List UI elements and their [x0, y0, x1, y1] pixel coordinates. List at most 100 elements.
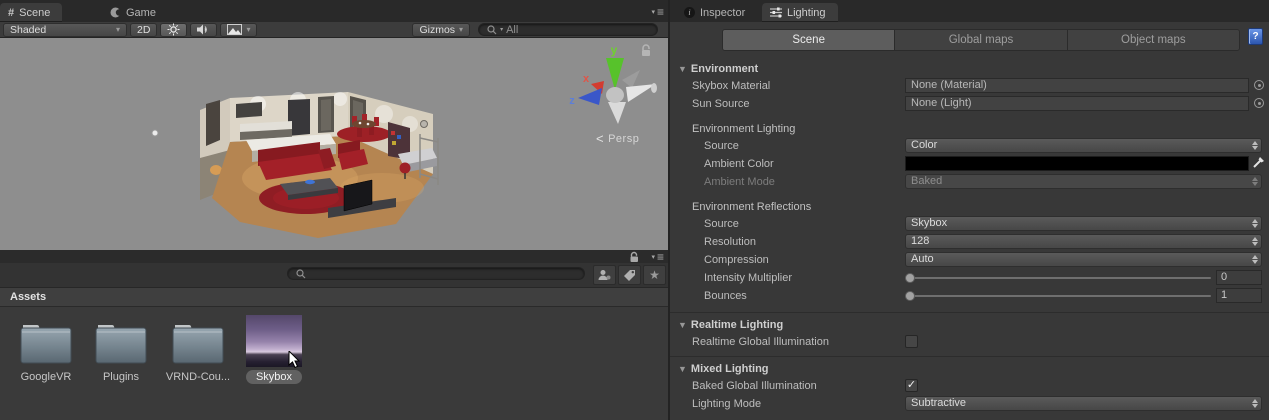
lighting-settings: ▼ Environment Skybox Material None (Mate… [670, 55, 1269, 413]
mouse-cursor-icon [288, 351, 302, 369]
foldout-icon: ▼ [678, 364, 687, 374]
effects-dropdown[interactable]: ▾ [220, 23, 257, 37]
row-lighting-mode: Lighting Mode Subtractive [670, 395, 1269, 413]
search-by-type-button[interactable] [593, 265, 616, 285]
scene-search-input[interactable]: ▾ All [478, 23, 658, 36]
row-realtime-gi: Realtime Global Illumination [670, 333, 1269, 351]
search-by-label-button[interactable] [618, 265, 641, 285]
scene-tabstrip: # Scene Game ▾ ≡ [0, 0, 668, 22]
reflections-source-dropdown[interactable]: Skybox [905, 216, 1262, 231]
tab-lighting-label: Lighting [787, 7, 826, 19]
scene-and-project-area: # Scene Game ▾ ≡ Shaded ▾ 2D [0, 0, 668, 420]
scene-lighting-toggle[interactable] [160, 23, 187, 37]
dropdown-arrows-icon [1252, 237, 1258, 246]
asset-folder-googlevr[interactable]: GoogleVR [11, 319, 81, 383]
section-header-realtime-lighting[interactable]: ▼ Realtime Lighting [670, 317, 1269, 333]
assets-grid: GoogleVR Plugins [0, 307, 668, 420]
tab-inspector[interactable]: i Inspector [676, 3, 757, 22]
asset-label: VRND-Cou... [163, 371, 233, 383]
sliders-icon [770, 7, 782, 18]
asset-folder-vrnd-course[interactable]: VRND-Cou... [163, 319, 233, 383]
dropdown-arrows-icon [1252, 177, 1258, 186]
reflections-resolution-dropdown[interactable]: 128 [905, 234, 1262, 249]
section-divider [670, 312, 1269, 313]
lock-icon[interactable] [640, 44, 652, 60]
gizmos-dropdown[interactable]: Gizmos ▾ [412, 23, 470, 37]
asset-label: Plugins [86, 371, 156, 383]
view-tab-global-maps[interactable]: Global maps [895, 30, 1067, 50]
chevron-down-icon: ▾ [116, 26, 120, 34]
folder-icon [18, 319, 74, 366]
baked-gi-checkbox[interactable]: ✓ [905, 379, 918, 392]
tag-icon [623, 269, 636, 282]
axis-y-label: y [611, 43, 618, 57]
dropdown-arrows-icon [1252, 141, 1258, 150]
section-header-mixed-lighting[interactable]: ▼ Mixed Lighting [670, 361, 1269, 377]
tab-scene-label: Scene [19, 7, 50, 19]
row-bounces: Bounces 1 [670, 287, 1269, 305]
project-toolbar: ★ [0, 263, 668, 288]
person-icon [598, 269, 611, 281]
check-icon: ✓ [907, 380, 916, 391]
tab-scene[interactable]: # Scene [0, 3, 62, 22]
bounces-slider[interactable] [905, 288, 1211, 303]
dropdown-arrows-icon [1252, 255, 1258, 264]
tab-lighting[interactable]: Lighting [762, 3, 838, 22]
lock-icon[interactable] [629, 251, 640, 263]
object-picker-icon[interactable] [1254, 80, 1264, 90]
asset-skybox-selected[interactable]: Skybox [239, 315, 309, 384]
slider-handle[interactable] [905, 291, 915, 301]
scene-grid-icon: # [8, 7, 14, 19]
foldout-icon: ▼ [678, 64, 687, 74]
object-picker-icon[interactable] [1254, 98, 1264, 108]
scene-viewport[interactable]: y x z [0, 38, 668, 250]
scene-audio-toggle[interactable] [190, 23, 217, 37]
env-lighting-source-dropdown[interactable]: Color [905, 138, 1262, 153]
subsection-environment-reflections: Environment Reflections [670, 199, 1269, 215]
2d-toggle-button[interactable]: 2D [130, 23, 157, 37]
row-reflections-source: Source Skybox [670, 215, 1269, 233]
assets-breadcrumb[interactable]: Assets [0, 288, 668, 307]
row-sun-source: Sun Source None (Light) [670, 95, 1269, 113]
intensity-multiplier-value[interactable]: 0 [1216, 270, 1262, 285]
tab-game[interactable]: Game [102, 3, 168, 22]
view-tab-scene[interactable]: Scene [723, 30, 895, 50]
skybox-material-field[interactable]: None (Material) [905, 78, 1249, 93]
row-baked-gi: Baked Global Illumination ✓ [670, 377, 1269, 395]
favorites-button[interactable]: ★ [643, 265, 666, 285]
reflections-compression-dropdown[interactable]: Auto [905, 252, 1262, 267]
slider-handle[interactable] [905, 273, 915, 283]
row-reflections-resolution: Resolution 128 [670, 233, 1269, 251]
shading-mode-dropdown[interactable]: Shaded ▾ [3, 23, 127, 37]
asset-label-selected: Skybox [246, 370, 302, 384]
project-panel-menu-icon[interactable]: ▾ ≡ [651, 250, 664, 264]
project-search-input[interactable] [287, 267, 585, 280]
lighting-mode-dropdown[interactable]: Subtractive [905, 396, 1262, 411]
row-skybox-material: Skybox Material None (Material) [670, 77, 1269, 95]
bounces-value[interactable]: 1 [1216, 288, 1262, 303]
chevron-down-icon: ▾ [246, 26, 250, 34]
speaker-icon [197, 24, 210, 35]
view-tab-object-maps[interactable]: Object maps [1068, 30, 1239, 50]
game-icon [110, 7, 121, 18]
row-reflections-compression: Compression Auto [670, 251, 1269, 269]
sun-source-field[interactable]: None (Light) [905, 96, 1249, 111]
axis-z-label: z [569, 95, 575, 107]
eyedropper-icon[interactable] [1252, 156, 1265, 172]
scene-search-value: All [506, 24, 518, 36]
section-divider [670, 356, 1269, 357]
projection-indicator[interactable]: < Persp [596, 131, 639, 146]
section-header-environment[interactable]: ▼ Environment [670, 61, 1269, 77]
asset-folder-plugins[interactable]: Plugins [86, 319, 156, 383]
image-icon [227, 24, 242, 35]
ambient-mode-dropdown: Baked [905, 174, 1262, 189]
realtime-gi-checkbox[interactable] [905, 335, 918, 348]
scene-panel-menu-icon[interactable]: ▾ ≡ [651, 5, 664, 19]
search-icon [296, 269, 306, 279]
help-icon[interactable]: ? [1248, 28, 1263, 45]
axis-z-cone [578, 88, 602, 105]
folder-icon [170, 319, 226, 366]
ambient-color-swatch[interactable] [905, 156, 1249, 171]
subsection-environment-lighting: Environment Lighting [670, 121, 1269, 137]
intensity-multiplier-slider[interactable] [905, 270, 1211, 285]
